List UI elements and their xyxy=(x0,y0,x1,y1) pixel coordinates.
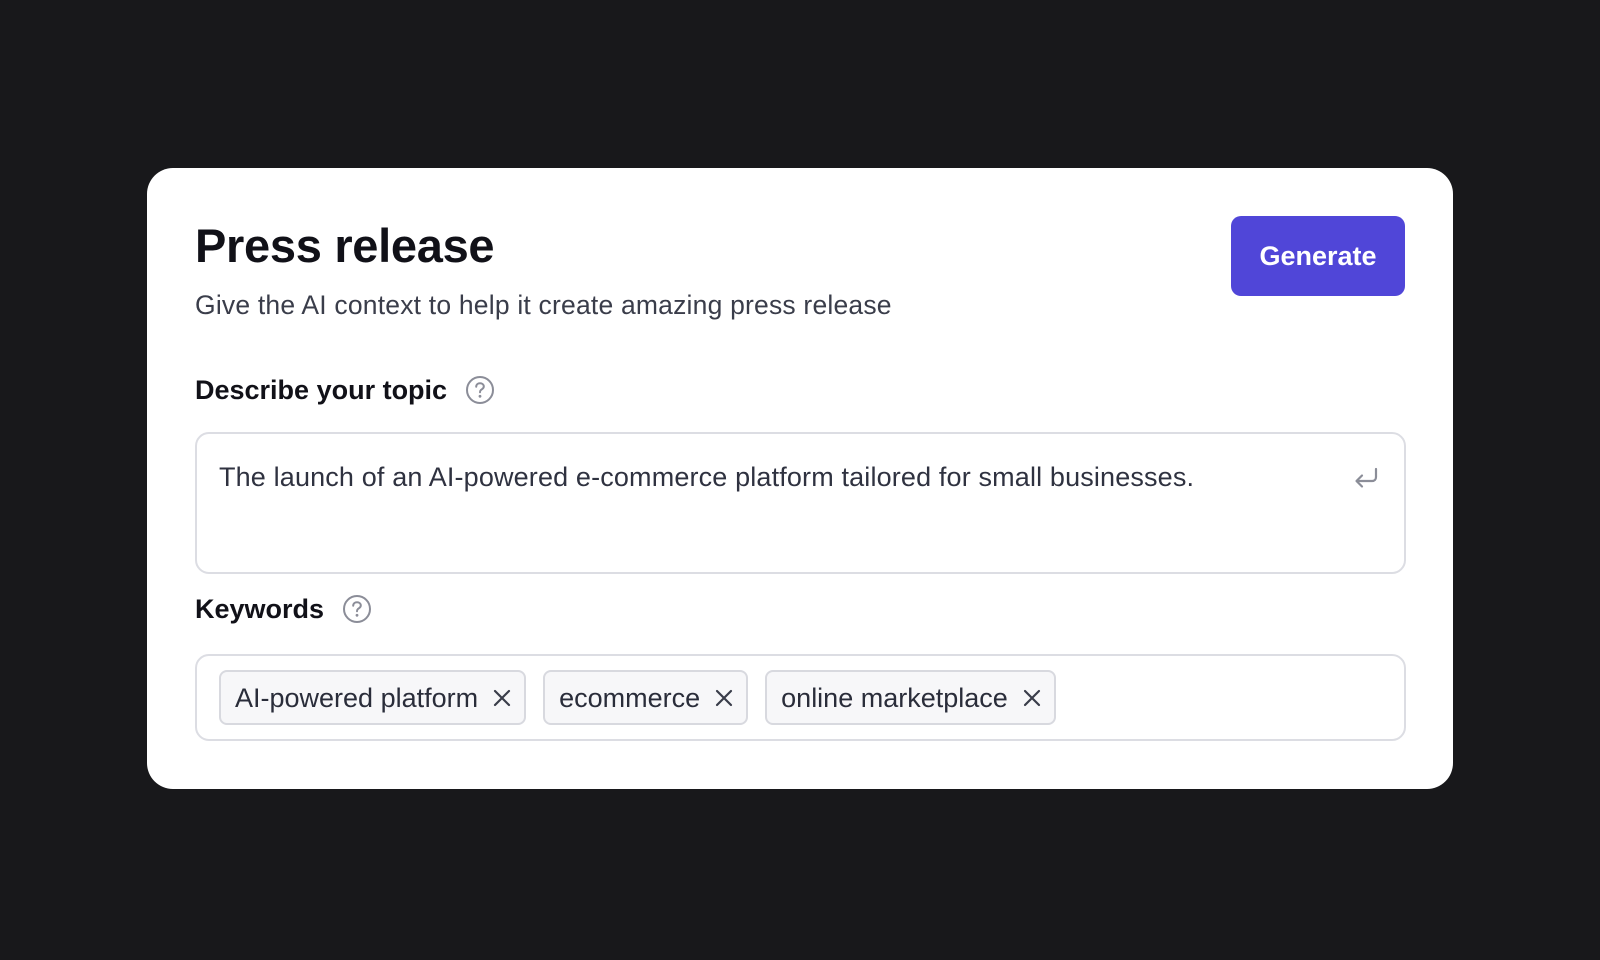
keyword-tag-label: AI-powered platform xyxy=(235,682,479,713)
page-subtitle: Give the AI context to help it create am… xyxy=(195,290,892,320)
close-icon[interactable] xyxy=(492,688,512,708)
generate-button[interactable]: Generate xyxy=(1231,216,1405,296)
keywords-input[interactable]: AI-powered platform ecommerce online mar… xyxy=(195,654,1406,741)
topic-textarea[interactable]: The launch of an AI-powered e-commerce p… xyxy=(195,432,1406,574)
keyword-tag-label: online marketplace xyxy=(781,682,1008,713)
question-circle-icon[interactable] xyxy=(342,594,372,624)
keyword-tag: ecommerce xyxy=(543,670,749,725)
keyword-tag: AI-powered platform xyxy=(219,670,527,725)
keywords-label: Keywords xyxy=(195,594,325,624)
close-icon[interactable] xyxy=(1022,688,1042,708)
page-title: Press release xyxy=(195,219,495,272)
press-release-card: Press release Give the AI context to hel… xyxy=(147,168,1453,789)
topic-label-row: Describe your topic xyxy=(195,373,495,407)
keyword-tag-label: ecommerce xyxy=(559,682,701,713)
question-circle-icon[interactable] xyxy=(465,375,495,405)
topic-text[interactable]: The launch of an AI-powered e-commerce p… xyxy=(219,459,1299,495)
topic-label: Describe your topic xyxy=(195,375,448,405)
close-icon[interactable] xyxy=(714,688,734,708)
keyword-tag: online marketplace xyxy=(765,670,1056,725)
enter-return-icon[interactable] xyxy=(1352,464,1380,492)
keywords-label-row: Keywords xyxy=(195,592,372,626)
